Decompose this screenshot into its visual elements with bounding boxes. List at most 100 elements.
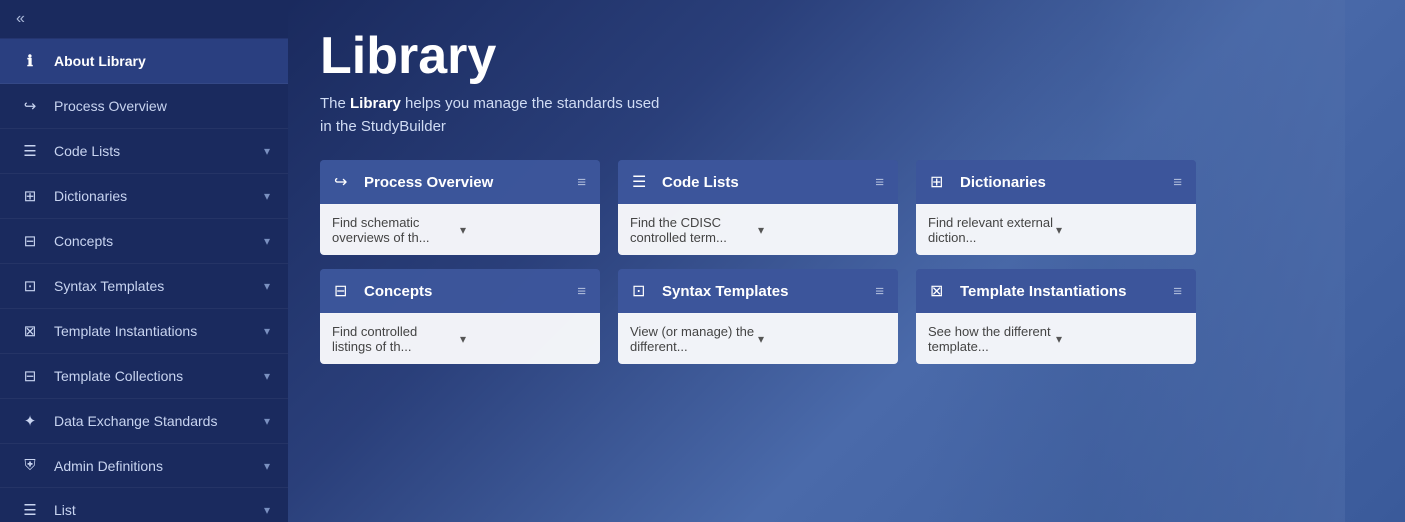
card-dropdown-arrow-syntax-templates: ▾ — [758, 332, 886, 346]
sidebar-item-admin-definitions[interactable]: ⛨ Admin Definitions ▾ — [0, 444, 288, 488]
collapse-icon: « — [16, 10, 25, 28]
main-content: Library The Library helps you manage the… — [288, 0, 1405, 522]
chevron-icon-list: ▾ — [264, 503, 270, 517]
card-dropdown-text-code-lists: Find the CDISC controlled term... — [630, 215, 758, 245]
card-template-instantiations: ⊠ Template Instantiations ≡ See how the … — [916, 269, 1196, 364]
card-header-template-instantiations[interactable]: ⊠ Template Instantiations ≡ — [916, 269, 1196, 313]
card-icon-process-overview: ↪ — [334, 172, 354, 192]
card-header-process-overview[interactable]: ↪ Process Overview ≡ — [320, 160, 600, 204]
card-icon-concepts: ⊟ — [334, 281, 354, 301]
card-title-concepts: Concepts — [364, 283, 567, 300]
card-icon-syntax-templates: ⊡ — [632, 281, 652, 301]
card-menu-icon-dictionaries[interactable]: ≡ — [1173, 174, 1182, 191]
sidebar-item-process-overview[interactable]: ↪ Process Overview — [0, 84, 288, 129]
card-menu-icon-code-lists[interactable]: ≡ — [875, 174, 884, 191]
card-menu-icon-syntax-templates[interactable]: ≡ — [875, 283, 884, 300]
chevron-icon-template-instantiations: ▾ — [264, 324, 270, 338]
sidebar-item-template-instantiations[interactable]: ⊠ Template Instantiations ▾ — [0, 309, 288, 354]
card-dropdown-text-syntax-templates: View (or manage) the different... — [630, 324, 758, 354]
card-process-overview: ↪ Process Overview ≡ Find schematic over… — [320, 160, 600, 255]
main-content-area: Library The Library helps you manage the… — [288, 0, 1405, 522]
sidebar-item-list[interactable]: ☰ List ▾ — [0, 488, 288, 522]
card-dictionaries: ⊞ Dictionaries ≡ Find relevant external … — [916, 160, 1196, 255]
card-menu-icon-concepts[interactable]: ≡ — [577, 283, 586, 300]
card-dropdown-arrow-concepts: ▾ — [460, 332, 588, 346]
sidebar-icon-dictionaries: ⊞ — [18, 187, 42, 205]
sidebar: « ℹ About Library ↪ Process Overview ☰ C… — [0, 0, 288, 522]
page-subtitle: The Library helps you manage the standar… — [320, 93, 660, 138]
chevron-icon-template-collections: ▾ — [264, 369, 270, 383]
card-dropdown-arrow-template-instantiations: ▾ — [1056, 332, 1184, 346]
sidebar-item-template-collections[interactable]: ⊟ Template Collections ▾ — [0, 354, 288, 399]
card-dropdown-text-dictionaries: Find relevant external diction... — [928, 215, 1056, 245]
sidebar-icon-data-exchange-standards: ✦ — [18, 412, 42, 430]
sidebar-icon-code-lists: ☰ — [18, 142, 42, 160]
card-title-code-lists: Code Lists — [662, 174, 865, 191]
sidebar-item-dictionaries[interactable]: ⊞ Dictionaries ▾ — [0, 174, 288, 219]
card-dropdown-concepts[interactable]: Find controlled listings of th... ▾ — [320, 313, 600, 364]
sidebar-icon-admin-definitions: ⛨ — [18, 457, 42, 474]
sidebar-item-code-lists[interactable]: ☰ Code Lists ▾ — [0, 129, 288, 174]
cards-grid: ↪ Process Overview ≡ Find schematic over… — [320, 160, 1373, 364]
card-menu-icon-process-overview[interactable]: ≡ — [577, 174, 586, 191]
chevron-icon-code-lists: ▾ — [264, 144, 270, 158]
sidebar-label-code-lists: Code Lists — [54, 143, 120, 159]
sidebar-icon-process-overview: ↪ — [18, 97, 42, 115]
card-body-template-instantiations: See how the different template... ▾ — [916, 313, 1196, 364]
card-code-lists: ☰ Code Lists ≡ Find the CDISC controlled… — [618, 160, 898, 255]
card-body-syntax-templates: View (or manage) the different... ▾ — [618, 313, 898, 364]
sidebar-icon-syntax-templates: ⊡ — [18, 277, 42, 295]
sidebar-label-list: List — [54, 502, 76, 518]
card-title-dictionaries: Dictionaries — [960, 174, 1163, 191]
card-dropdown-code-lists[interactable]: Find the CDISC controlled term... ▾ — [618, 204, 898, 255]
card-dropdown-arrow-process-overview: ▾ — [460, 223, 588, 237]
card-dropdown-template-instantiations[interactable]: See how the different template... ▾ — [916, 313, 1196, 364]
card-dropdown-text-template-instantiations: See how the different template... — [928, 324, 1056, 354]
card-dropdown-arrow-dictionaries: ▾ — [1056, 223, 1184, 237]
sidebar-item-syntax-templates[interactable]: ⊡ Syntax Templates ▾ — [0, 264, 288, 309]
card-title-template-instantiations: Template Instantiations — [960, 283, 1163, 300]
card-body-code-lists: Find the CDISC controlled term... ▾ — [618, 204, 898, 255]
card-header-concepts[interactable]: ⊟ Concepts ≡ — [320, 269, 600, 313]
sidebar-item-concepts[interactable]: ⊟ Concepts ▾ — [0, 219, 288, 264]
sidebar-label-process-overview: Process Overview — [54, 98, 167, 114]
card-header-dictionaries[interactable]: ⊞ Dictionaries ≡ — [916, 160, 1196, 204]
card-syntax-templates: ⊡ Syntax Templates ≡ View (or manage) th… — [618, 269, 898, 364]
chevron-icon-concepts: ▾ — [264, 234, 270, 248]
sidebar-icon-template-collections: ⊟ — [18, 367, 42, 385]
sidebar-nav: ℹ About Library ↪ Process Overview ☰ Cod… — [0, 39, 288, 522]
chevron-icon-dictionaries: ▾ — [264, 189, 270, 203]
card-title-process-overview: Process Overview — [364, 174, 567, 191]
card-dropdown-arrow-code-lists: ▾ — [758, 223, 886, 237]
sidebar-item-about-library[interactable]: ℹ About Library — [0, 39, 288, 84]
card-header-code-lists[interactable]: ☰ Code Lists ≡ — [618, 160, 898, 204]
sidebar-label-admin-definitions: Admin Definitions — [54, 458, 163, 474]
card-dropdown-syntax-templates[interactable]: View (or manage) the different... ▾ — [618, 313, 898, 364]
page-title: Library — [320, 28, 1373, 85]
card-title-syntax-templates: Syntax Templates — [662, 283, 865, 300]
sidebar-item-data-exchange-standards[interactable]: ✦ Data Exchange Standards ▾ — [0, 399, 288, 444]
sidebar-label-data-exchange-standards: Data Exchange Standards — [54, 413, 217, 429]
subtitle-bold: Library — [350, 95, 401, 112]
card-body-dictionaries: Find relevant external diction... ▾ — [916, 204, 1196, 255]
card-icon-dictionaries: ⊞ — [930, 172, 950, 192]
card-header-syntax-templates[interactable]: ⊡ Syntax Templates ≡ — [618, 269, 898, 313]
card-concepts: ⊟ Concepts ≡ Find controlled listings of… — [320, 269, 600, 364]
sidebar-label-about-library: About Library — [54, 53, 146, 69]
chevron-icon-data-exchange-standards: ▾ — [264, 414, 270, 428]
chevron-icon-admin-definitions: ▾ — [264, 459, 270, 473]
card-dropdown-text-process-overview: Find schematic overviews of th... — [332, 215, 460, 245]
sidebar-label-dictionaries: Dictionaries — [54, 188, 127, 204]
card-body-process-overview: Find schematic overviews of th... ▾ — [320, 204, 600, 255]
sidebar-label-concepts: Concepts — [54, 233, 113, 249]
sidebar-collapse-button[interactable]: « — [0, 0, 288, 39]
chevron-icon-syntax-templates: ▾ — [264, 279, 270, 293]
sidebar-label-template-collections: Template Collections — [54, 368, 183, 384]
card-dropdown-dictionaries[interactable]: Find relevant external diction... ▾ — [916, 204, 1196, 255]
sidebar-label-template-instantiations: Template Instantiations — [54, 323, 197, 339]
card-menu-icon-template-instantiations[interactable]: ≡ — [1173, 283, 1182, 300]
sidebar-label-syntax-templates: Syntax Templates — [54, 278, 164, 294]
card-icon-code-lists: ☰ — [632, 172, 652, 192]
card-dropdown-process-overview[interactable]: Find schematic overviews of th... ▾ — [320, 204, 600, 255]
subtitle-prefix: The — [320, 95, 350, 112]
